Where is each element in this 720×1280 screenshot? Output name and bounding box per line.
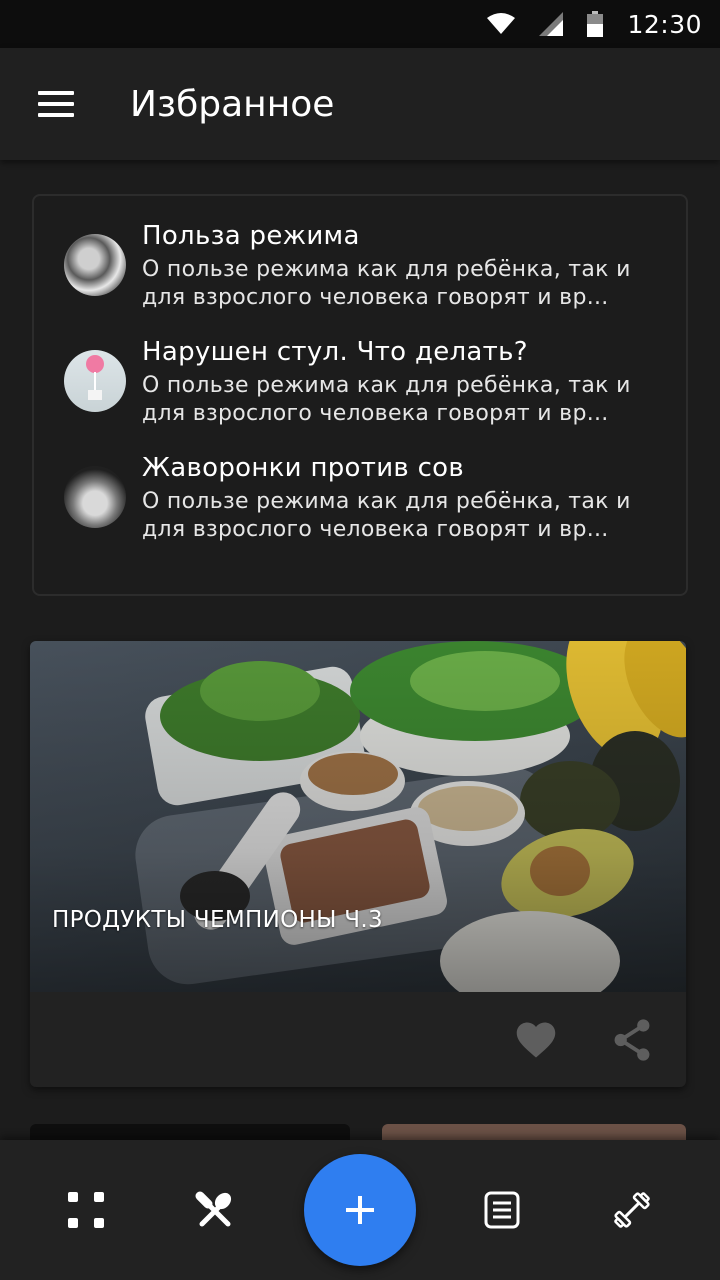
- article-item[interactable]: Польза режима О пользе режима как для ре…: [34, 220, 686, 336]
- heart-icon: [516, 1022, 556, 1057]
- menu-button[interactable]: [0, 48, 112, 160]
- food-icon: [195, 1191, 232, 1227]
- featured-card[interactable]: ПРОДУКТЫ ЧЕМПИОНЫ Ч.3: [30, 641, 686, 1087]
- article-thumbnail: [64, 466, 126, 528]
- status-time: 12:30: [627, 9, 702, 39]
- dumbbell-icon: [614, 1192, 650, 1228]
- article-title: Нарушен стул. Что делать?: [142, 337, 528, 367]
- status-bar: 12:30: [0, 0, 720, 48]
- favorite-button[interactable]: [512, 1016, 560, 1064]
- article-thumbnail: [64, 234, 126, 296]
- nav-grid-button[interactable]: [58, 1182, 114, 1238]
- featured-image[interactable]: ПРОДУКТЫ ЧЕМПИОНЫ Ч.3: [30, 641, 686, 992]
- nav-workout-button[interactable]: [604, 1182, 660, 1238]
- article-thumbnail: [64, 350, 126, 412]
- share-button[interactable]: [608, 1016, 656, 1064]
- app-bar: Избранное: [0, 48, 720, 160]
- article-item[interactable]: Жаворонки против сов О пользе режима как…: [34, 452, 686, 568]
- grid-icon: [68, 1192, 104, 1228]
- battery-icon: [587, 11, 604, 37]
- article-item[interactable]: Нарушен стул. Что делать? О пользе режим…: [34, 336, 686, 452]
- article-description: О пользе режима как для ребёнка, так и д…: [142, 257, 631, 310]
- add-icon: [346, 1196, 374, 1224]
- page-title: Избранное: [130, 83, 335, 125]
- article-title: Польза режима: [142, 221, 360, 251]
- article-description: О пользе режима как для ребёнка, так и д…: [142, 489, 631, 542]
- bottom-navigation: [0, 1140, 720, 1280]
- wifi-icon: [487, 13, 516, 35]
- nav-notes-button[interactable]: [474, 1182, 530, 1238]
- signal-icon: [539, 12, 564, 36]
- featured-caption: ПРОДУКТЫ ЧЕМПИОНЫ Ч.3: [52, 907, 383, 933]
- featured-actions: [30, 992, 686, 1087]
- nav-food-button[interactable]: [186, 1182, 242, 1238]
- article-description: О пользе режима как для ребёнка, так и д…: [142, 373, 631, 426]
- menu-icon: [38, 91, 74, 117]
- notes-icon: [484, 1191, 520, 1229]
- add-button[interactable]: [304, 1154, 416, 1266]
- article-title: Жаворонки против сов: [142, 453, 465, 483]
- share-icon: [614, 1018, 650, 1061]
- articles-card: Польза режима О пользе режима как для ре…: [32, 194, 688, 596]
